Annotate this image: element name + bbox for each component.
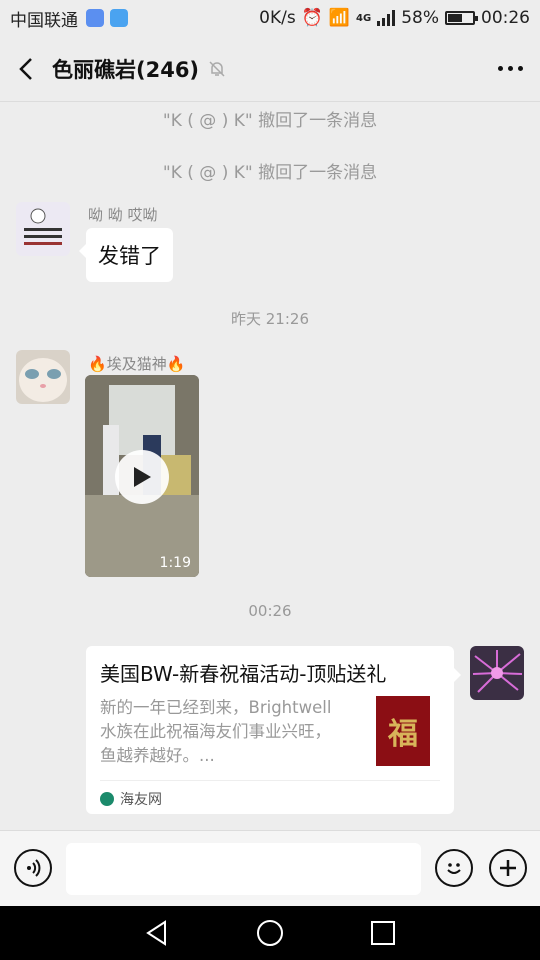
system-nav-bar [0,906,540,960]
plus-icon[interactable] [489,849,527,887]
sender-name: 呦 呦 哎呦 [88,206,158,224]
avatar[interactable] [16,350,70,404]
mute-bell-icon [207,59,227,79]
network-speed: 0K/s [259,8,296,28]
carrier-label: 中国联通 [10,10,78,31]
fire-icon: 🔥 [88,355,107,373]
chat-header: 色丽礁岩(246) [0,36,540,102]
link-card-thumbnail: 福 [376,696,430,766]
video-duration: 1:19 [159,555,191,571]
message-input[interactable] [66,843,421,895]
message-bubble[interactable]: 发错了 [79,228,173,282]
input-bar [0,830,540,906]
play-icon[interactable] [115,450,169,504]
clock: 00:26 [481,8,530,28]
nav-back-icon[interactable] [143,919,171,947]
link-card[interactable]: 美国BW-新春祝福活动-顶贴送礼 新的一年已经到来，Brightwell水族在此… [86,646,461,814]
alarm-icon: ⏰ [301,8,323,28]
signal-icon [377,10,396,26]
status-bar: 中国联通 0K/s ⏰ 📶 4G 58% 00:26 [0,0,540,36]
network-type: 4G [356,12,372,24]
battery-percent: 58% [401,8,439,28]
video-message[interactable]: 1:19 [85,375,199,577]
app-notification-icon [86,9,104,27]
link-card-description: 新的一年已经到来，Brightwell水族在此祝福海友们事业兴旺，鱼越养越好。.… [100,698,332,765]
source-logo-icon [100,792,114,806]
sender-name-row: 🔥埃及猫神🔥 [88,353,185,374]
avatar[interactable] [16,202,70,256]
voice-icon[interactable] [14,849,52,887]
link-card-source: 海友网 [100,780,440,809]
avatar[interactable] [470,646,524,700]
back-arrow-icon[interactable] [0,36,52,102]
timestamp: 00:26 [248,602,292,620]
link-card-title: 美国BW-新春祝福活动-顶贴送礼 [100,662,387,686]
chat-title: 色丽礁岩(246) [52,57,200,82]
emoji-icon[interactable] [435,849,473,887]
message-notification-icon [110,9,128,27]
timestamp: 昨天 21:26 [231,310,309,328]
nav-recents-icon[interactable] [369,919,397,947]
recall-notice: "K ( @ ) K" 撤回了一条消息 [162,163,378,183]
message-list[interactable]: "K ( @ ) K" 撤回了一条消息 "K ( @ ) K" 撤回了一条消息 … [0,102,540,830]
fire-icon: 🔥 [166,355,186,373]
wifi-icon: 📶 [328,8,351,28]
recall-notice: "K ( @ ) K" 撤回了一条消息 [162,111,378,131]
source-name: 海友网 [120,792,162,808]
more-icon[interactable] [480,36,540,102]
sender-name: 埃及猫神 [106,355,167,373]
battery-icon [445,11,478,25]
nav-home-icon[interactable] [256,919,284,947]
